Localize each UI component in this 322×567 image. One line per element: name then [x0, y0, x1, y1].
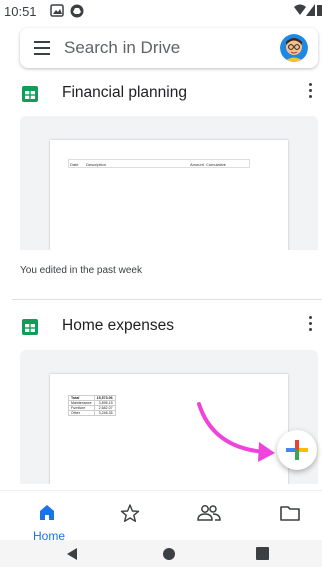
bottom-navigation: Home — [0, 490, 322, 543]
sheets-icon — [22, 319, 38, 335]
star-icon — [120, 504, 140, 522]
table-row: Maintenance 3,895.15 — [68, 400, 116, 406]
recents-icon[interactable] — [256, 547, 269, 560]
table-row: Other 3,246.35 — [68, 410, 116, 416]
folder-icon — [280, 506, 300, 521]
nav-files[interactable] — [270, 499, 310, 539]
table-cell: Maintenance — [68, 400, 95, 406]
system-navigation-bar — [0, 540, 322, 567]
table-cell: 3,246.35 — [93, 410, 116, 416]
table-cell: 15,573.06 — [93, 395, 116, 401]
battery-icon — [317, 5, 322, 16]
plus-icon — [286, 440, 308, 460]
column-header: Amount — [190, 162, 204, 167]
drive-notification-icon — [70, 4, 84, 18]
avatar[interactable] — [280, 34, 308, 62]
table-cell: Other — [68, 410, 95, 416]
more-options-icon[interactable] — [308, 316, 312, 336]
file-caption: You edited in the past week — [20, 265, 142, 276]
status-time: 10:51 — [4, 4, 37, 19]
signal-icon — [306, 4, 315, 16]
nav-home[interactable]: Home — [22, 499, 72, 543]
home-circle-icon[interactable] — [162, 547, 176, 561]
shared-icon — [197, 505, 221, 521]
nav-starred[interactable] — [110, 499, 150, 539]
sheets-icon — [22, 86, 38, 102]
search-bar[interactable]: Search in Drive — [20, 28, 318, 68]
new-button[interactable] — [277, 430, 317, 470]
nav-shared[interactable] — [189, 499, 229, 539]
divider — [12, 299, 322, 300]
more-options-icon[interactable] — [308, 83, 312, 103]
file-header[interactable]: Home expenses — [0, 313, 322, 343]
status-bar: 10:51 — [0, 0, 322, 26]
file-header[interactable]: Financial planning — [0, 80, 322, 110]
document-preview: Date Description Amount Cumulative — [50, 140, 288, 250]
back-icon[interactable] — [66, 547, 78, 561]
expenses-table: Total 15,573.06 Maintenance 3,895.15 Fur… — [68, 395, 116, 416]
column-header: Cumulative — [206, 162, 227, 167]
menu-icon[interactable] — [34, 41, 50, 55]
wifi-icon — [294, 4, 306, 15]
home-icon — [40, 505, 54, 520]
column-header: Date — [70, 162, 79, 167]
file-title: Home expenses — [62, 317, 175, 334]
file-title: Financial planning — [62, 84, 187, 101]
column-header: Description — [86, 162, 107, 167]
search-input[interactable]: Search in Drive — [64, 38, 180, 58]
pointer-arrow-icon — [197, 402, 275, 462]
gallery-notification-icon — [50, 4, 64, 17]
file-thumbnail[interactable]: Date Description Amount Cumulative — [20, 116, 318, 250]
